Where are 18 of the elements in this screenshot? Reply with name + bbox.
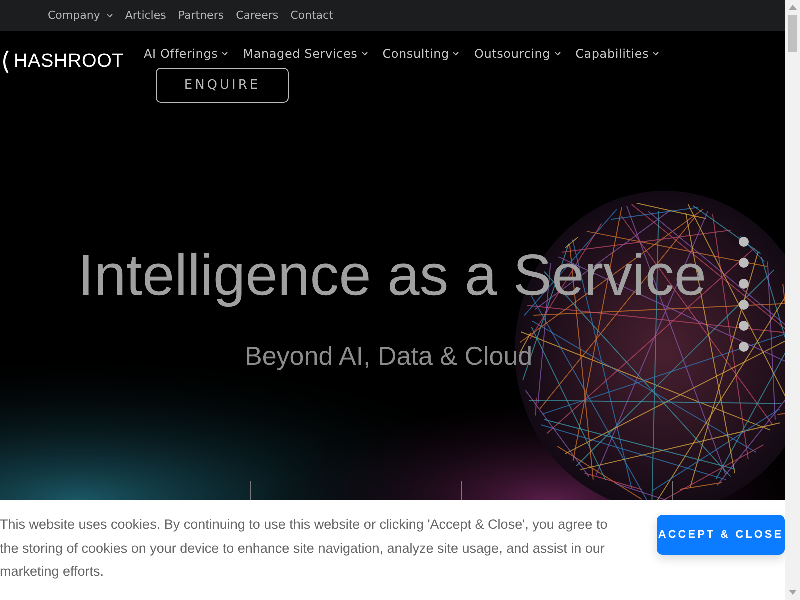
top-nav-link[interactable]: Contact: [290, 9, 334, 22]
top-nav-link[interactable]: Articles: [125, 9, 166, 22]
hero-subtitle: Beyond AI, Data & Cloud: [245, 341, 533, 372]
accept-button[interactable]: ACCEPT & CLOSE: [657, 515, 785, 555]
logo-text: HASHROOT: [14, 51, 124, 73]
nav-link[interactable]: Outsourcing: [474, 47, 551, 61]
cookie-notice: This website uses cookies. By continuing to use this website or clicking 'Accept & Close', you agree to the storing of cookies on your device to enhance site navigation, analyze site usage, and assist in our marketing efforts.: [0, 516, 609, 581]
nav-link[interactable]: Consulting: [382, 47, 450, 61]
top-nav-link[interactable]: Partners: [178, 9, 224, 22]
top-nav-link[interactable]: Careers: [236, 9, 279, 22]
logo[interactable]: HASHROOT: [0, 49, 140, 75]
nav-link[interactable]: Capabilities: [576, 47, 650, 61]
top-nav-link[interactable]: Company: [48, 9, 100, 22]
nav-link[interactable]: Managed Services: [243, 47, 358, 61]
enquire-button[interactable]: ENQUIRE: [156, 68, 289, 103]
scroll-thumb[interactable]: [788, 15, 797, 52]
nav-link[interactable]: AI Offerings: [144, 47, 218, 61]
scrollbar[interactable]: [785, 0, 800, 600]
